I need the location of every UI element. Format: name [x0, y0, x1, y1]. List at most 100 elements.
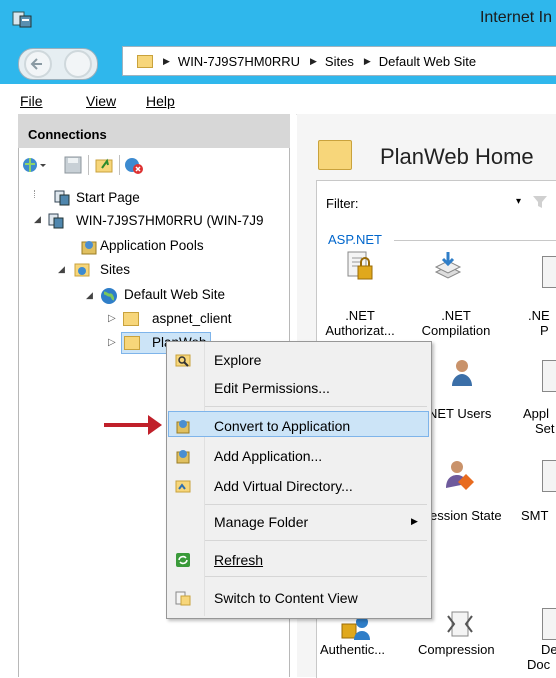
- feature-authentication[interactable]: Authentic...: [320, 642, 385, 657]
- refresh-icon: [176, 553, 190, 567]
- feature-net-third[interactable]: .NE P: [528, 308, 556, 338]
- address-bar[interactable]: ▶ WIN-7J9S7HM0RRU ▶ Sites ▶ Default Web …: [122, 46, 556, 76]
- menu-label: Convert to Application: [214, 418, 351, 434]
- feature-net-compilation[interactable]: .NET Compilation: [414, 308, 498, 338]
- feature-session-state[interactable]: ession State: [430, 508, 502, 523]
- menu-item-add-virtual-directory[interactable]: Add Virtual Directory...: [167, 472, 429, 500]
- net-users-icon: [452, 360, 472, 386]
- filter-dropdown-icon[interactable]: ▾: [516, 196, 521, 207]
- toolbar-separator: [88, 155, 89, 175]
- feature-compression[interactable]: Compression: [418, 642, 495, 657]
- menu-label: Manage Folder: [214, 514, 309, 530]
- menu-label: Add Virtual Directory...: [214, 478, 353, 494]
- feature-net-users[interactable]: NET Users: [428, 406, 491, 421]
- title-bar: Internet In: [0, 0, 556, 38]
- breadcrumb-sites[interactable]: Sites: [325, 54, 354, 69]
- menu-label: Add Application...: [214, 448, 323, 464]
- page-title: PlanWeb Home: [380, 144, 534, 169]
- tree-app-pools[interactable]: Application Pools: [100, 238, 204, 253]
- menu-item-manage-folder[interactable]: Manage Folder ▶: [167, 508, 429, 536]
- feature-net-authorization[interactable]: .NET Authorizat...: [318, 308, 402, 338]
- menu-item-edit-permissions[interactable]: Edit Permissions...: [167, 374, 429, 402]
- menu-item-convert-to-application[interactable]: Convert to Application: [167, 412, 429, 440]
- section-divider: [394, 240, 556, 241]
- toolbar-separator: [119, 155, 120, 175]
- content-view-icon: [175, 591, 191, 606]
- feature-app-settings[interactable]: Appl Set: [523, 406, 556, 436]
- folder-large-icon: [318, 140, 352, 170]
- feature-label-line: .NET: [345, 308, 375, 323]
- filter-label: Filter:: [326, 196, 359, 211]
- menu-view[interactable]: View: [86, 93, 116, 109]
- feature-label-line: P: [540, 323, 549, 338]
- menu-separator: [205, 406, 427, 407]
- connections-title: Connections: [28, 127, 107, 142]
- menu-separator: [205, 540, 427, 541]
- breadcrumb-separator-icon: ▶: [310, 55, 317, 66]
- menu-item-explore[interactable]: Explore: [167, 346, 429, 374]
- feature-partial-icon: [542, 608, 556, 640]
- feature-label-line: .NET: [441, 308, 471, 323]
- menu-separator: [205, 576, 427, 577]
- menu-label: Switch to Content View: [214, 590, 358, 606]
- breadcrumb-server[interactable]: WIN-7J9S7HM0RRU: [178, 54, 300, 69]
- menu-help[interactable]: Help: [146, 93, 175, 109]
- feature-default-document[interactable]: De Doc: [527, 642, 556, 672]
- sites-icon: [74, 263, 90, 277]
- connections-toolbar: [18, 148, 290, 180]
- virtual-directory-icon: [175, 480, 191, 493]
- up-folder-icon[interactable]: [95, 156, 113, 174]
- feature-label-line: Compilation: [421, 323, 491, 338]
- save-icon[interactable]: [64, 156, 82, 174]
- disconnect-icon[interactable]: [124, 156, 144, 174]
- tree-sites[interactable]: Sites: [100, 262, 130, 277]
- menu-label: Explore: [214, 352, 262, 368]
- collapse-arrow-icon[interactable]: ◢: [86, 290, 93, 301]
- menu-item-refresh[interactable]: Refresh: [167, 546, 429, 574]
- menu-label: Edit Permissions...: [214, 380, 330, 396]
- menu-item-switch-content-view[interactable]: Switch to Content View: [167, 584, 429, 612]
- convert-application-icon: [176, 420, 190, 434]
- tree-default-site[interactable]: Default Web Site: [124, 287, 225, 302]
- section-aspnet: ASP.NET: [328, 232, 382, 247]
- feature-label-line: Doc: [527, 657, 551, 672]
- feature-label-line: .NE: [528, 308, 550, 323]
- connections-header: Connections: [18, 114, 290, 149]
- back-arrow-icon: [30, 58, 42, 70]
- menu-item-add-application[interactable]: Add Application...: [167, 442, 429, 470]
- globe-icon: [101, 288, 117, 304]
- back-button[interactable]: [24, 50, 52, 78]
- tree-server[interactable]: WIN-7J9S7HM0RRU (WIN-7J9: [76, 213, 264, 228]
- expand-arrow-icon[interactable]: ▷: [108, 313, 116, 324]
- session-state-icon: [446, 461, 474, 490]
- feature-partial-icon: [542, 360, 556, 392]
- pane-border: [18, 148, 19, 677]
- funnel-icon[interactable]: [532, 195, 548, 209]
- start-page-icon: [54, 190, 70, 206]
- folder-icon: [124, 336, 140, 350]
- menu-separator: [205, 504, 427, 505]
- menu-bar: File View Help: [0, 84, 556, 115]
- add-application-icon: [176, 450, 190, 464]
- collapse-arrow-icon[interactable]: ◢: [58, 264, 65, 275]
- menu-label: Refresh: [214, 552, 264, 568]
- feature-partial-icon: [542, 256, 556, 288]
- authorization-lock-icon: [347, 251, 373, 280]
- collapse-arrow-icon[interactable]: ◢: [34, 214, 41, 225]
- menu-file[interactable]: File: [20, 93, 43, 109]
- feature-smtp[interactable]: SMT: [521, 508, 548, 523]
- forward-button[interactable]: [64, 50, 92, 78]
- context-menu: Explore Edit Permissions... Convert to A…: [166, 341, 432, 619]
- feature-label-line: De: [541, 642, 556, 657]
- annotation-arrow-head: [148, 415, 162, 435]
- expand-arrow-icon[interactable]: ▷: [108, 337, 116, 348]
- connect-globe-icon[interactable]: [22, 156, 48, 174]
- compression-icon: [447, 611, 473, 637]
- tree-start-page[interactable]: Start Page: [76, 190, 140, 205]
- submenu-arrow-icon: ▶: [411, 516, 418, 526]
- breadcrumb-default-site[interactable]: Default Web Site: [379, 54, 476, 69]
- tree-aspnet-client[interactable]: aspnet_client: [152, 311, 232, 326]
- compilation-icon: [434, 252, 462, 279]
- folder-icon: [137, 54, 153, 68]
- window-title: Internet In: [479, 9, 552, 26]
